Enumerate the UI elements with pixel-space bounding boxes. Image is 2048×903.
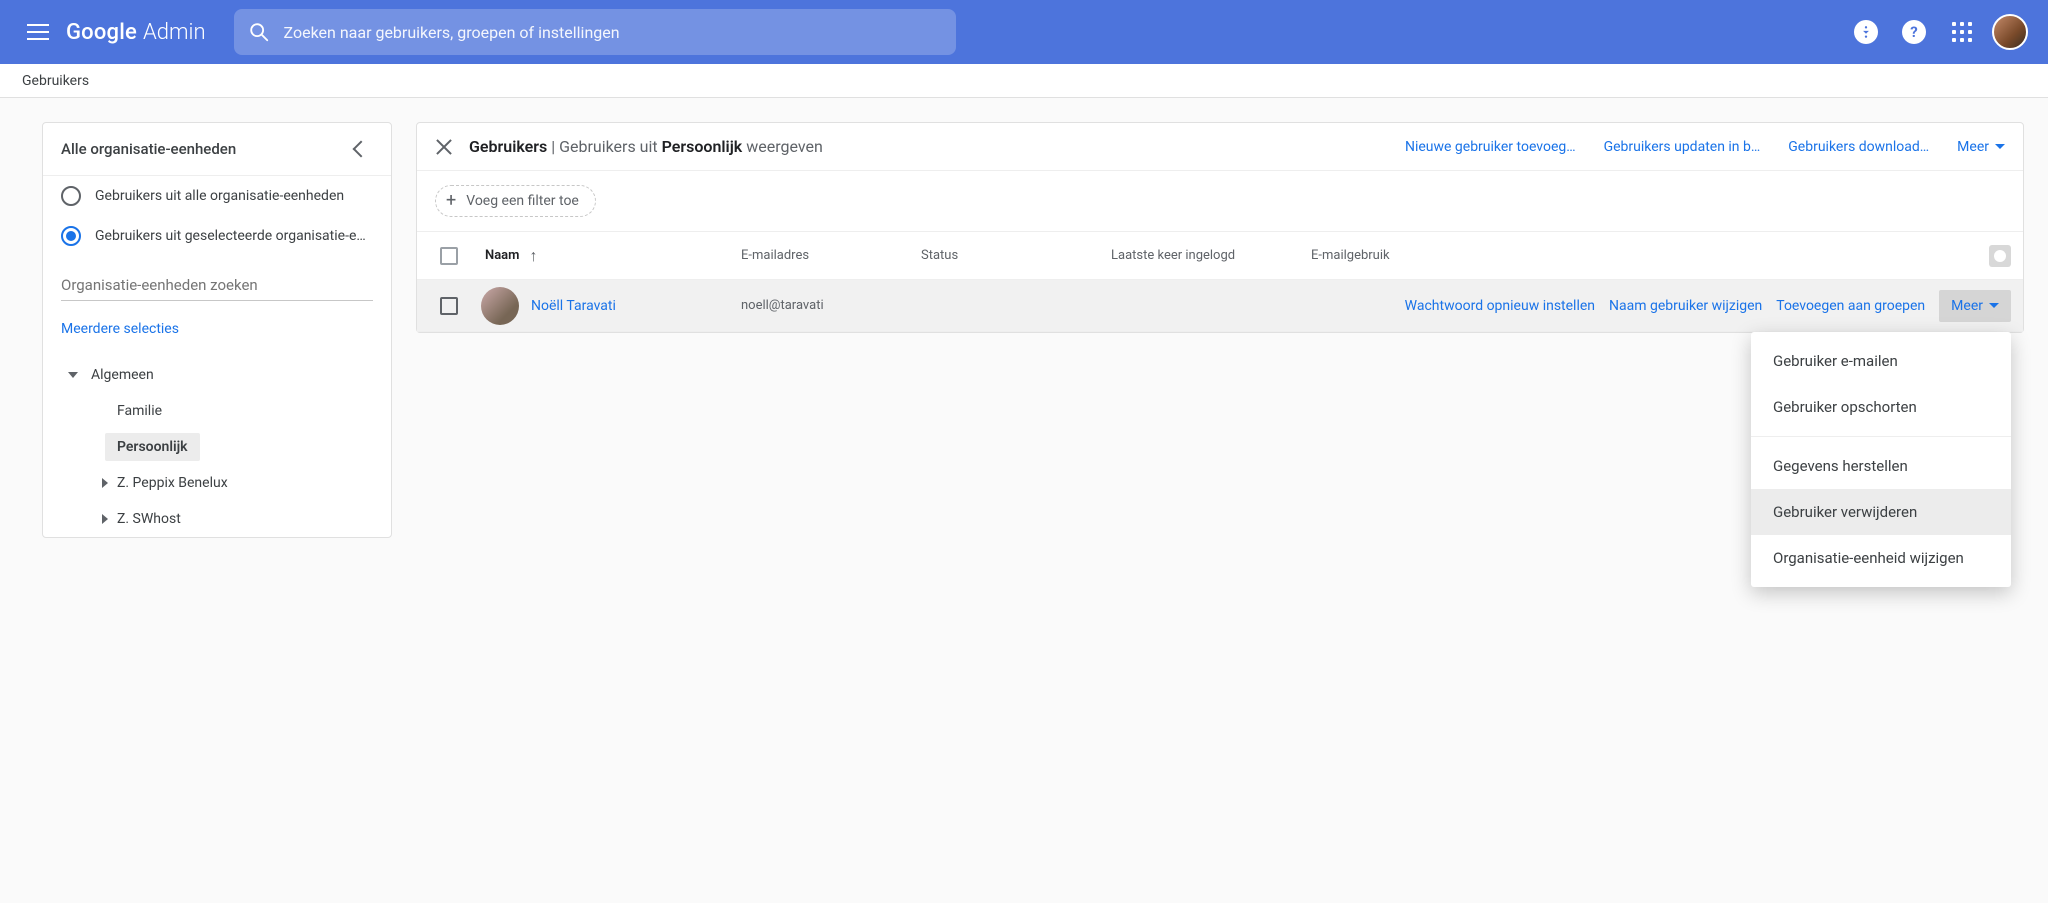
app-header: Google Admin ? — [0, 0, 2048, 64]
content-header: Gebruikers | Gebruikers uit Persoonlijk … — [417, 123, 2023, 171]
page: Alle organisatie-eenheden Gebruikers uit… — [0, 98, 2048, 903]
updates-icon — [1854, 20, 1878, 44]
col-status[interactable]: Status — [921, 248, 1111, 263]
col-name[interactable]: Naam ↑ — [481, 246, 741, 266]
tree-node-root[interactable]: Algemeen — [43, 357, 391, 393]
action-rename-user[interactable]: Naam gebruiker wijzigen — [1609, 298, 1762, 314]
breadcrumb-root[interactable]: Gebruikers — [22, 73, 89, 89]
multi-select-link[interactable]: Meerdere selecties — [43, 311, 391, 357]
menu-delete-user[interactable]: Gebruiker verwijderen — [1751, 489, 2011, 535]
search-bar[interactable] — [234, 9, 956, 55]
org-unit-sidebar: Alle organisatie-eenheden Gebruikers uit… — [42, 122, 392, 538]
action-add-user[interactable]: Nieuwe gebruiker toevoeg… — [1405, 139, 1576, 155]
content-breadcrumb: Gebruikers | Gebruikers uit Persoonlijk … — [469, 137, 823, 156]
menu-email-user[interactable]: Gebruiker e-mailen — [1751, 338, 2011, 384]
user-name-link[interactable]: Noëll Taravati — [531, 298, 616, 314]
search-icon — [248, 21, 270, 43]
caret-right-icon — [102, 478, 108, 488]
col-last-login[interactable]: Laatste keer ingelogd — [1111, 248, 1311, 263]
tree-node-peppix[interactable]: Z. Peppix Benelux — [43, 465, 391, 501]
chevron-left-icon — [353, 141, 370, 158]
subnav: Gebruikers — [0, 64, 2048, 98]
radio-unchecked-icon — [61, 186, 81, 206]
caret-down-icon — [1989, 303, 1999, 308]
brand-admin: Admin — [143, 20, 206, 45]
col-email-usage[interactable]: E-mailgebruik — [1311, 248, 1973, 263]
bc-suffix: weergeven — [742, 137, 823, 156]
row-more-button[interactable]: Meer — [1939, 290, 2011, 322]
column-settings-button[interactable] — [1989, 245, 2011, 267]
menu-restore-data[interactable]: Gegevens herstellen — [1751, 443, 2011, 489]
user-email: noell@taravati — [741, 298, 921, 313]
sidebar-title: Alle organisatie-eenheden — [61, 140, 236, 158]
clear-filter-button[interactable] — [435, 138, 453, 156]
action-more-label: Meer — [1957, 139, 1989, 155]
caret-right-icon — [102, 514, 108, 524]
action-reset-password[interactable]: Wachtwoord opnieuw instellen — [1405, 298, 1595, 314]
action-download[interactable]: Gebruikers download… — [1788, 139, 1929, 155]
tree-node-familie[interactable]: Familie — [43, 393, 391, 429]
apps-button[interactable] — [1942, 12, 1982, 52]
brand[interactable]: Google Admin — [66, 20, 206, 45]
row-more-label: Meer — [1951, 298, 1983, 314]
user-more-menu: Gebruiker e-mailen Gebruiker opschorten … — [1751, 332, 2011, 587]
add-filter-chip[interactable]: + Voeg een filter toe — [435, 185, 596, 217]
tree-root-label: Algemeen — [91, 367, 154, 383]
tree-item-label: Persoonlijk — [105, 433, 200, 461]
bc-prefix: Gebruikers uit — [559, 137, 662, 156]
row-actions: Wachtwoord opnieuw instellen Naam gebrui… — [921, 290, 2023, 322]
account-button[interactable] — [1990, 12, 2030, 52]
action-more[interactable]: Meer — [1957, 139, 2005, 155]
help-icon: ? — [1902, 20, 1926, 44]
action-bulk-update[interactable]: Gebruikers updaten in b… — [1604, 139, 1761, 155]
filter-bar: + Voeg een filter toe — [417, 171, 2023, 232]
table-header: Naam ↑ E-mailadres Status Laatste keer i… — [417, 232, 2023, 280]
menu-suspend-user[interactable]: Gebruiker opschorten — [1751, 384, 2011, 430]
caret-down-icon — [68, 372, 78, 378]
col-email[interactable]: E-mailadres — [741, 248, 921, 263]
brand-google: Google — [66, 20, 137, 45]
users-content-card: Gebruikers | Gebruikers uit Persoonlijk … — [416, 122, 2024, 333]
updates-button[interactable] — [1846, 12, 1886, 52]
table-row[interactable]: Noëll Taravati noell@taravati Wachtwoord… — [417, 280, 2023, 332]
user-avatar — [481, 287, 519, 325]
tree-node-persoonlijk[interactable]: Persoonlijk — [43, 429, 391, 465]
tree-toggle[interactable] — [93, 478, 117, 488]
sidebar-header: Alle organisatie-eenheden — [43, 123, 391, 176]
radio-all-label: Gebruikers uit alle organisatie-eenheden — [95, 188, 344, 204]
org-search-input[interactable] — [61, 270, 373, 301]
search-input[interactable] — [284, 23, 942, 42]
bc-target: Persoonlijk — [662, 137, 743, 156]
radio-all-users[interactable]: Gebruikers uit alle organisatie-eenheden — [43, 176, 391, 216]
sort-asc-icon: ↑ — [529, 246, 537, 266]
header-actions: Nieuwe gebruiker toevoeg… Gebruikers upd… — [1405, 139, 2005, 155]
bc-sep: | — [547, 137, 559, 156]
tree-toggle[interactable] — [61, 372, 85, 378]
bc-root: Gebruikers — [469, 137, 547, 156]
filter-chip-label: Voeg een filter toe — [466, 193, 579, 209]
radio-checked-icon — [61, 226, 81, 246]
caret-down-icon — [1995, 144, 2005, 149]
select-all-checkbox[interactable] — [440, 247, 458, 265]
tree-node-swhost[interactable]: Z. SWhost — [43, 501, 391, 537]
apps-icon — [1952, 22, 1972, 42]
radio-selected-label: Gebruikers uit geselecteerde organisatie… — [95, 228, 373, 244]
tree-item-label: Z. SWhost — [117, 511, 181, 527]
tree-item-label: Familie — [117, 403, 162, 419]
row-checkbox[interactable] — [440, 297, 458, 315]
action-add-to-groups[interactable]: Toevoegen aan groepen — [1776, 298, 1925, 314]
hamburger-icon — [27, 31, 49, 34]
menu-change-org[interactable]: Organisatie-eenheid wijzigen — [1751, 535, 2011, 581]
menu-separator — [1751, 436, 2011, 437]
plus-icon: + — [446, 192, 456, 210]
help-button[interactable]: ? — [1894, 12, 1934, 52]
avatar-icon — [1992, 14, 2028, 50]
tree-toggle[interactable] — [93, 514, 117, 524]
tree-item-label: Z. Peppix Benelux — [117, 475, 228, 491]
radio-selected-orgs[interactable]: Gebruikers uit geselecteerde organisatie… — [43, 216, 391, 256]
col-name-label: Naam — [485, 248, 519, 263]
main-menu-button[interactable] — [14, 8, 62, 56]
collapse-sidebar-button[interactable] — [349, 137, 373, 161]
